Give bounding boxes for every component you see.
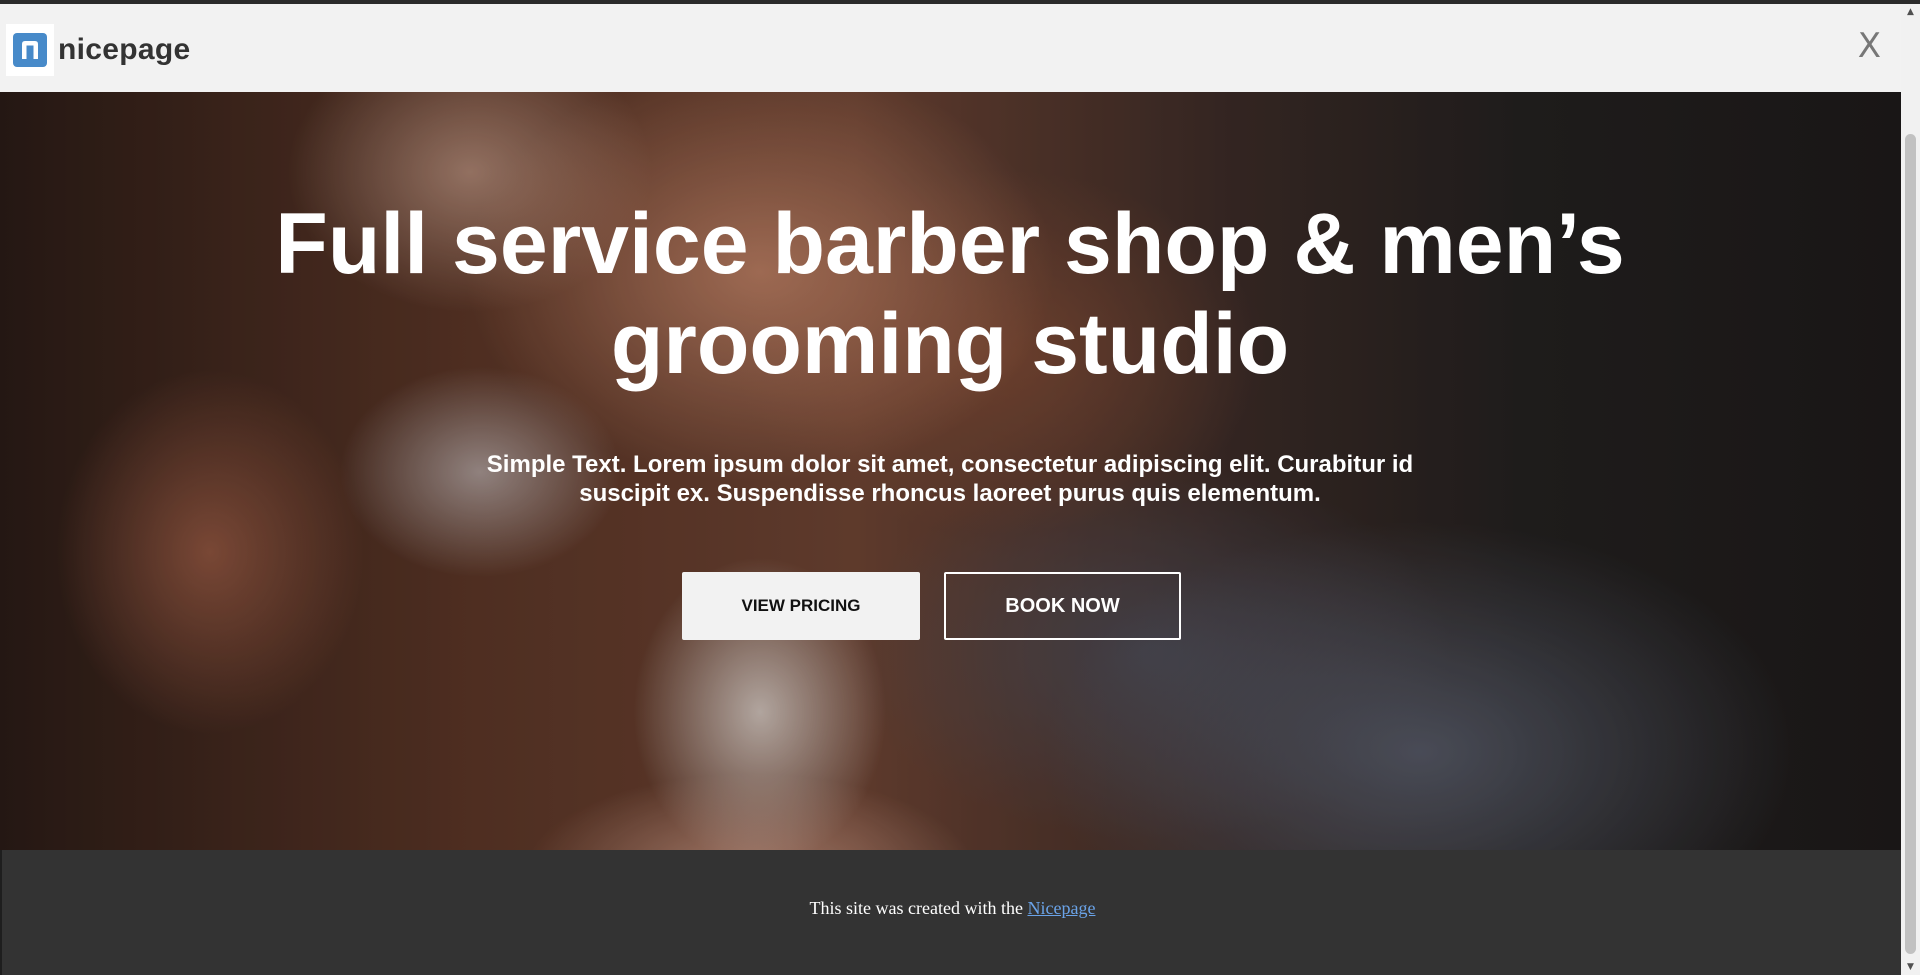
footer-text-prefix: This site was created with the: [809, 898, 1028, 918]
footer: This site was created with the Nicepage: [0, 850, 1901, 975]
view-pricing-button[interactable]: VIEW PRICING: [682, 572, 920, 640]
nicepage-link[interactable]: Nicepage: [1027, 898, 1095, 918]
footer-text: This site was created with the Nicepage: [2, 898, 1903, 919]
hero-title: Full service barber shop & men’s groomin…: [275, 196, 1625, 392]
vertical-scrollbar[interactable]: ▲ ▼: [1901, 4, 1920, 975]
scroll-down-arrow-icon[interactable]: ▼: [1901, 959, 1920, 975]
logo-text: nicepage: [58, 33, 191, 66]
header: nicepage X: [0, 4, 1901, 92]
close-button[interactable]: X: [1858, 26, 1881, 66]
logo[interactable]: nicepage: [6, 24, 190, 76]
nicepage-logo-icon: [6, 24, 54, 76]
hero-section: Full service barber shop & men’s groomin…: [0, 92, 1901, 850]
scroll-up-arrow-icon[interactable]: ▲: [1901, 4, 1920, 20]
scrollbar-thumb[interactable]: [1905, 134, 1916, 954]
book-now-button[interactable]: BOOK NOW: [944, 572, 1181, 640]
hero-text: Simple Text. Lorem ipsum dolor sit amet,…: [486, 451, 1414, 507]
